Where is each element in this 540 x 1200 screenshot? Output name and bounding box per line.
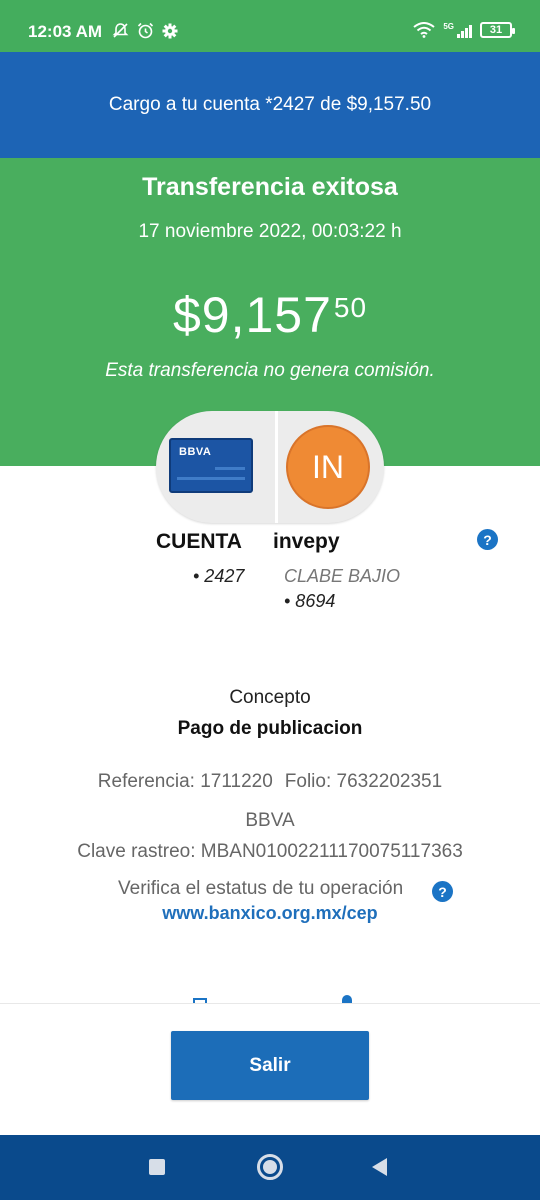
- alarm-icon: [137, 22, 154, 39]
- status-bar: 12:03 AM 5G 31: [0, 0, 540, 52]
- notifications-off-icon: [112, 23, 129, 38]
- bank-name: BBVA: [245, 810, 295, 831]
- status-right-icons: 5G 31: [413, 22, 515, 38]
- battery-icon: 31: [480, 22, 515, 38]
- verify-status-text: Verifica el estatus de tu operación: [118, 878, 404, 899]
- banxico-link-text[interactable]: www.banxico.org.mx/cep: [162, 903, 377, 923]
- status-left-icons: [112, 22, 178, 39]
- banxico-link[interactable]: www.banxico.org.mx/cep: [0, 903, 540, 924]
- charge-banner: Cargo a tu cuenta *2427 de $9,157.50: [0, 52, 540, 158]
- help-icon-glyph: ?: [483, 531, 492, 548]
- amount-cents: 50: [333, 292, 368, 323]
- recipient-account-number: • 8694: [284, 591, 336, 611]
- back-icon[interactable]: [372, 1158, 387, 1176]
- tracking-key: Clave rastreo: MBAN01002211170075117363: [77, 841, 463, 862]
- charge-text: Cargo a tu cuenta *2427 de $9,157.50: [108, 94, 432, 115]
- exit-button[interactable]: Salir: [171, 1031, 369, 1100]
- concept-label: Concepto: [229, 687, 311, 708]
- pill-divider: [275, 411, 278, 523]
- folio-number: Folio: 7632202351: [284, 771, 443, 792]
- recipient-name: invepy: [273, 530, 340, 553]
- success-title: Transferencia exitosa: [142, 173, 398, 201]
- references-row: Referencia: 1711220 Folio: 7632202351: [0, 771, 540, 793]
- signal-5g-icon: 5G: [443, 22, 472, 38]
- help-icon-glyph: ?: [438, 883, 447, 900]
- verify-help-icon[interactable]: ?: [432, 881, 453, 902]
- from-account-number: • 2427: [193, 566, 245, 586]
- recipient-bank: CLABE BAJIO: [284, 566, 401, 586]
- card-stripe: [215, 467, 245, 470]
- home-icon[interactable]: [257, 1154, 283, 1180]
- transfer-datetime: 17 noviembre 2022, 00:03:22 h: [138, 221, 402, 242]
- status-time: 12:03 AM: [28, 22, 103, 41]
- bank-card-brand: BBVA: [179, 446, 212, 458]
- help-icon[interactable]: ?: [477, 529, 498, 550]
- recipient-initials: IN: [312, 448, 344, 485]
- network-label: 5G: [443, 22, 454, 31]
- exit-button-label: Salir: [249, 1054, 291, 1076]
- battery-level: 31: [489, 24, 503, 36]
- recents-icon[interactable]: [149, 1159, 165, 1175]
- settings-gear-icon: [162, 23, 178, 38]
- wifi-icon: [413, 22, 435, 38]
- concept-value: Pago de publicacion: [177, 718, 363, 739]
- recipient-avatar: IN: [286, 425, 370, 509]
- reference-number: Referencia: 1711220: [97, 771, 273, 792]
- amount-main: $9,157: [172, 287, 332, 343]
- bank-card-icon: BBVA: [169, 438, 253, 493]
- from-account-label: CUENTA: [156, 530, 242, 553]
- card-stripe: [177, 477, 245, 480]
- transfer-amount: $9,15750: [0, 286, 540, 344]
- no-fee-note: Esta transferencia no genera comisión.: [105, 360, 435, 381]
